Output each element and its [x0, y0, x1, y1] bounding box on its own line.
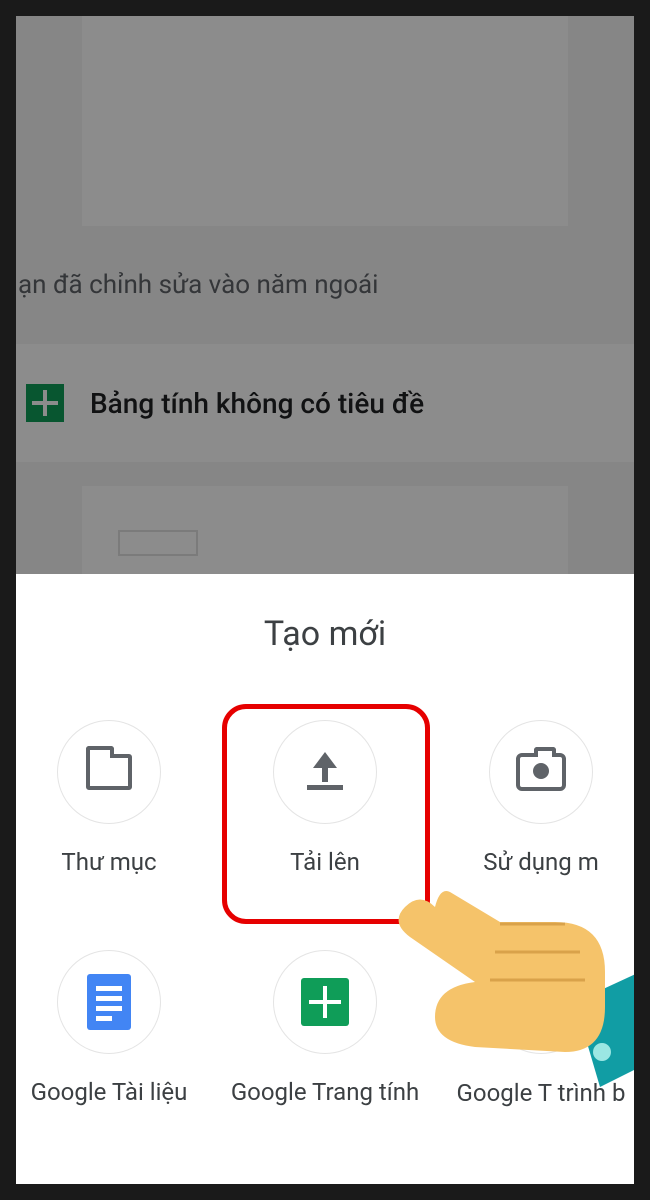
option-label: Google Trang tính — [231, 1078, 419, 1106]
option-label: Sử dụng m — [483, 848, 599, 876]
use-camera-option[interactable]: Sử dụng m — [438, 720, 634, 876]
sheets-icon — [301, 978, 349, 1026]
docs-icon — [87, 974, 131, 1030]
option-circle — [57, 950, 161, 1054]
upload-icon — [305, 752, 345, 792]
folder-icon — [86, 754, 132, 790]
create-new-sheet: Tạo mới Thư mục Tải lên — [16, 574, 634, 1184]
option-label: Google T trình b — [457, 1078, 626, 1108]
sheet-title: Tạo mới — [16, 574, 634, 694]
upload-option[interactable]: Tải lên — [222, 720, 428, 876]
option-circle — [57, 720, 161, 824]
option-label: Thư mục — [61, 848, 156, 876]
slides-icon — [514, 982, 568, 1022]
option-circle — [489, 950, 593, 1054]
google-sheets-option[interactable]: Google Trang tính — [222, 950, 428, 1106]
option-circle — [273, 950, 377, 1054]
option-label: Tải lên — [290, 848, 360, 876]
create-folder-option[interactable]: Thư mục — [16, 720, 212, 876]
phone-frame: ạn đã chỉnh sửa vào năm ngoái Bảng tính … — [16, 16, 634, 1184]
camera-icon — [516, 753, 566, 791]
option-circle — [273, 720, 377, 824]
option-circle — [489, 720, 593, 824]
create-options-grid: Thư mục Tải lên Sử dụng m — [16, 704, 634, 1184]
option-label: Google Tài liệu — [31, 1078, 188, 1106]
google-slides-option[interactable]: Google T trình b — [438, 950, 634, 1108]
google-docs-option[interactable]: Google Tài liệu — [16, 950, 212, 1106]
